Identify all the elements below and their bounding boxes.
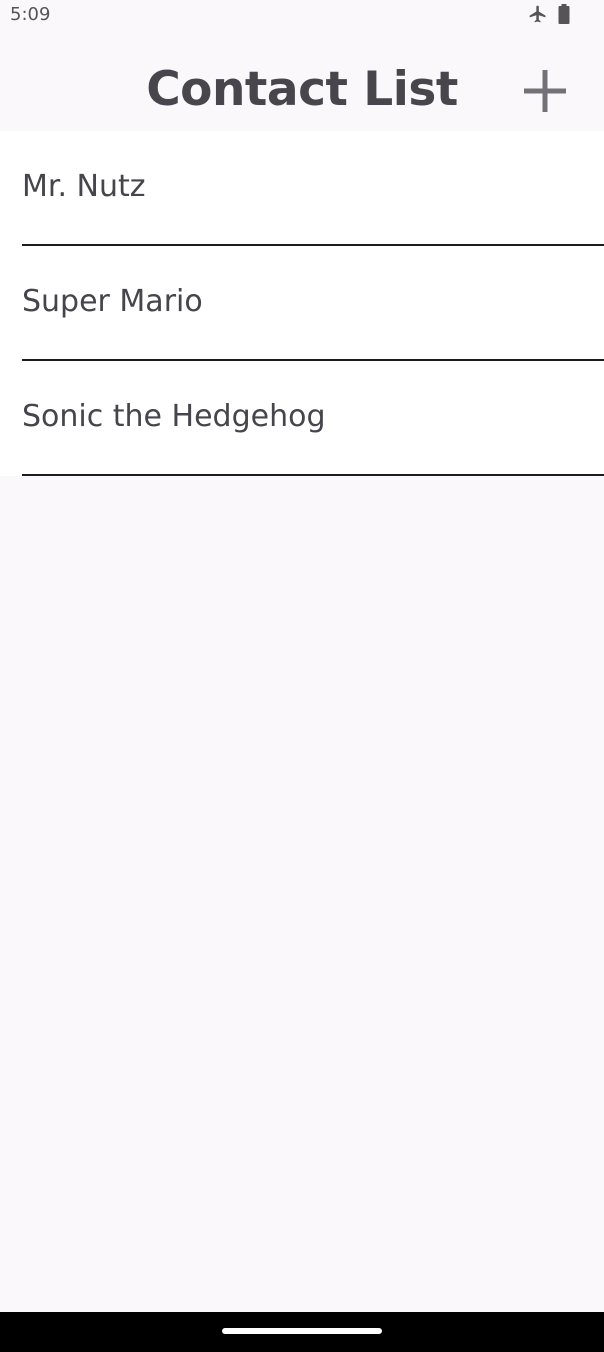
screen: 5:09 Contact List Mr. Nutz Super Mario S… — [0, 0, 604, 1352]
app-bar: Contact List — [0, 30, 604, 132]
plus-icon — [522, 68, 568, 119]
battery-icon — [558, 4, 570, 24]
contact-name: Mr. Nutz — [22, 169, 146, 204]
navigation-bar — [0, 1312, 604, 1352]
page-title: Contact List — [146, 62, 458, 117]
home-handle[interactable] — [222, 1328, 382, 1334]
status-time: 5:09 — [10, 4, 51, 25]
status-bar: 5:09 — [0, 0, 604, 30]
list-item[interactable]: Sonic the Hedgehog — [0, 361, 604, 476]
list-item[interactable]: Mr. Nutz — [0, 131, 604, 246]
divider — [22, 474, 604, 476]
contact-list: Mr. Nutz Super Mario Sonic the Hedgehog — [0, 131, 604, 476]
contact-name: Super Mario — [22, 284, 203, 319]
status-icons — [528, 4, 570, 24]
airplane-mode-icon — [528, 4, 548, 24]
add-contact-button[interactable] — [516, 64, 574, 122]
list-item[interactable]: Super Mario — [0, 246, 604, 361]
contact-name: Sonic the Hedgehog — [22, 399, 326, 434]
